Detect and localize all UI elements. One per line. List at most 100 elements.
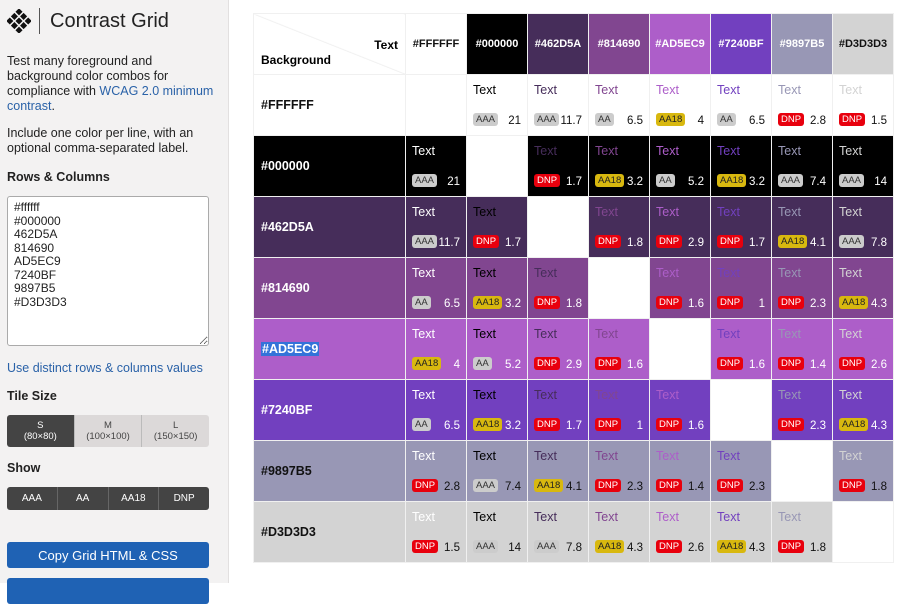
contrast-ratio: 1.5: [871, 115, 887, 127]
compliance-badge: DNP: [534, 357, 561, 370]
tile-size-label: M: [104, 420, 112, 431]
row-header: #AD5EC9: [253, 318, 406, 380]
contrast-ratio: 1.7: [566, 176, 582, 188]
tile-size-l[interactable]: L (150×150): [142, 415, 209, 447]
compliance-badge: AA: [412, 296, 431, 309]
compliance-badge: DNP: [717, 235, 744, 248]
compliance-badge: DNP: [656, 235, 683, 248]
contrast-ratio: 1.8: [810, 542, 826, 554]
contrast-cell: Text AAA 14: [466, 501, 528, 563]
sample-text: Text: [778, 388, 801, 402]
sample-text: Text: [656, 266, 679, 280]
row-header: #7240BF: [253, 379, 406, 441]
contrast-ratio: 4.1: [810, 237, 826, 249]
sample-text: Text: [656, 449, 679, 463]
sample-text: Text: [656, 144, 679, 158]
compliance-badge: DNP: [778, 540, 805, 553]
contrast-ratio: 6.5: [444, 420, 460, 432]
sample-text: Text: [473, 449, 496, 463]
compliance-badge: DNP: [595, 357, 622, 370]
show-toggle-aa18[interactable]: AA18: [108, 487, 160, 510]
tile-size-s[interactable]: S (80×80): [7, 415, 75, 447]
sample-text: Text: [534, 266, 557, 280]
compliance-badge: AA: [717, 113, 736, 126]
distinct-values-link[interactable]: Use distinct rows & columns values: [7, 361, 221, 375]
grid-row: #000000 Text AAA 21 Text DNP 1.7 Text AA18 3.2 Tex…: [253, 135, 894, 197]
contrast-cell: Text AAA 21: [405, 135, 467, 197]
sample-text: Text: [473, 327, 496, 341]
compliance-badge: AA: [473, 357, 492, 370]
contrast-ratio: 21: [508, 115, 521, 127]
compliance-badge: AA18: [778, 235, 808, 248]
sample-text: Text: [412, 510, 435, 524]
column-header: #462D5A: [527, 13, 589, 75]
contrast-ratio: 1.6: [688, 420, 704, 432]
contrast-ratio: 14: [508, 542, 521, 554]
column-header: #AD5EC9: [649, 13, 711, 75]
row-header: #9897B5: [253, 440, 406, 502]
show-toggle-aa[interactable]: AA: [57, 487, 109, 510]
column-header: #814690: [588, 13, 650, 75]
sample-text: Text: [778, 205, 801, 219]
contrast-ratio: 1.8: [871, 481, 887, 493]
compliance-badge: DNP: [473, 235, 500, 248]
sample-text: Text: [839, 83, 862, 97]
copy-grid-button[interactable]: Copy Grid HTML & CSS: [7, 542, 209, 568]
compliance-badge: DNP: [839, 113, 866, 126]
contrast-cell: Text AAA 7.4: [771, 135, 833, 197]
contrast-cell: Text DNP 2.9: [527, 318, 589, 380]
row-header: #D3D3D3: [253, 501, 406, 563]
contrast-cell: Text DNP 2.3: [588, 440, 650, 502]
contrast-ratio: 4.3: [749, 542, 765, 554]
sample-text: Text: [412, 144, 435, 158]
contrast-cell: Text DNP 2.8: [771, 74, 833, 136]
compliance-badge: AA18: [595, 540, 625, 553]
contrast-ratio: 2.3: [749, 481, 765, 493]
contrast-ratio: 11.7: [438, 237, 460, 249]
contrast-cell: Text AA 6.5: [405, 257, 467, 319]
compliance-badge: AAA: [473, 540, 499, 553]
sample-text: Text: [656, 83, 679, 97]
show-toggle-aaa[interactable]: AAA: [7, 487, 58, 510]
grid-row: #D3D3D3 Text DNP 1.5 Text AAA 14 Text AAA 7.8 Text…: [253, 501, 894, 563]
sample-text: Text: [839, 327, 862, 341]
contrast-cell: Text DNP 1.6: [649, 379, 711, 441]
compliance-badge: AA18: [595, 174, 625, 187]
contrast-cell: Text AA18 4.3: [832, 379, 894, 441]
sample-text: Text: [778, 83, 801, 97]
contrast-grid: Text Background #FFFFFF #000000 #462D5A #8146…: [253, 13, 894, 563]
colors-textarea[interactable]: [7, 196, 209, 346]
show-toggle-dnp[interactable]: DNP: [159, 487, 209, 510]
contrast-ratio: 2.8: [444, 481, 460, 493]
contrast-ratio: 1.6: [749, 359, 765, 371]
compliance-badge: DNP: [534, 296, 561, 309]
contrast-ratio: 4.3: [627, 542, 643, 554]
row-header-label: #FFFFFF: [261, 98, 314, 112]
show-filter: AAA AA AA18 DNP: [7, 487, 209, 510]
contrast-ratio: 2.3: [627, 481, 643, 493]
contrast-ratio: 2.9: [566, 359, 582, 371]
empty-cell: [832, 501, 894, 563]
contrast-cell: Text DNP 1.7: [466, 196, 528, 258]
tile-size-label: S: [37, 420, 44, 431]
grid-row: #9897B5 Text DNP 2.8 Text AAA 7.4 Text AA18 4.1 Te…: [253, 440, 894, 502]
contrast-cell: Text AA18 3.2: [710, 135, 772, 197]
compliance-badge: DNP: [656, 296, 683, 309]
contrast-cell: Text AAA 7.4: [466, 440, 528, 502]
compliance-badge: DNP: [656, 418, 683, 431]
compliance-badge: AA18: [473, 418, 503, 431]
contrast-ratio: 2.3: [810, 420, 826, 432]
contrast-cell: Text AA18 3.2: [588, 135, 650, 197]
secondary-button[interactable]: [7, 578, 209, 604]
sample-text: Text: [595, 449, 618, 463]
contrast-cell: Text DNP 1: [588, 379, 650, 441]
contrast-cell: Text DNP 2.8: [405, 440, 467, 502]
compliance-badge: AA18: [839, 418, 869, 431]
sample-text: Text: [412, 205, 435, 219]
contrast-cell: Text DNP 1.8: [588, 196, 650, 258]
tile-size-m[interactable]: M (100×100): [74, 415, 143, 447]
sample-text: Text: [473, 266, 496, 280]
contrast-cell: Text AAA 11.7: [527, 74, 589, 136]
contrast-cell: Text DNP 1.4: [771, 318, 833, 380]
contrast-cell: Text AA18 4.3: [710, 501, 772, 563]
